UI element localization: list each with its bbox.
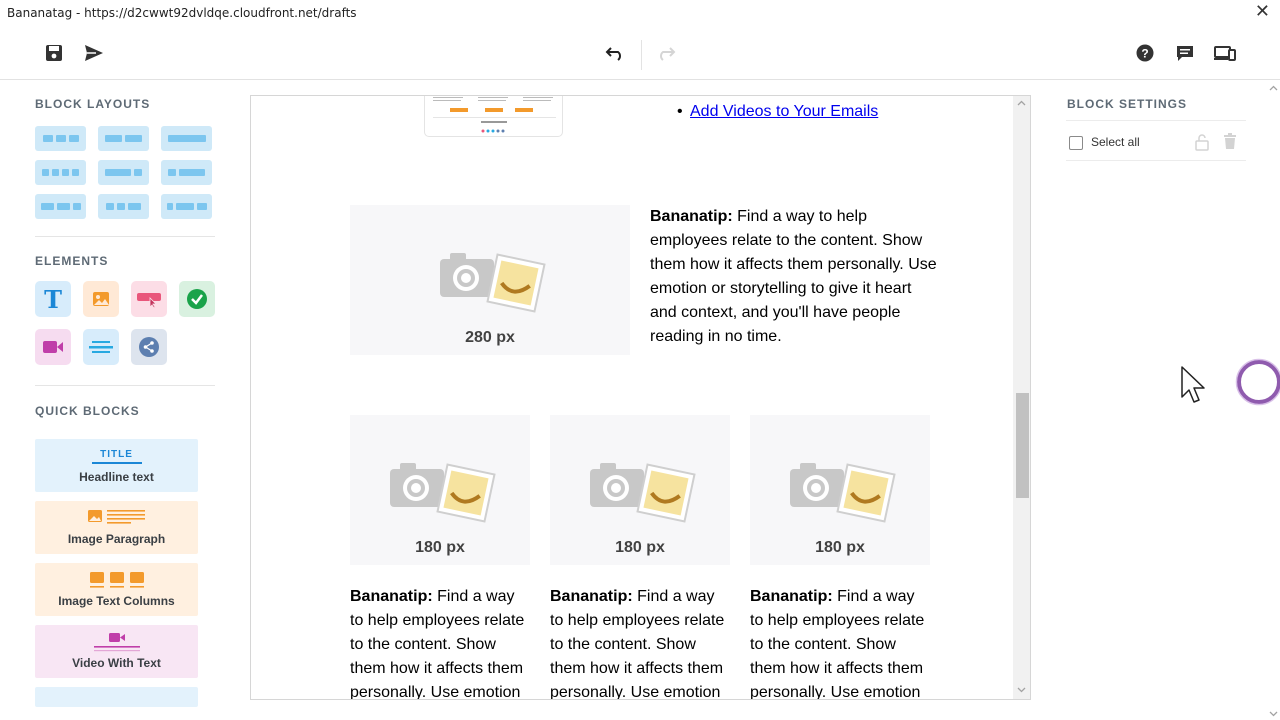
window-scroll-down-icon[interactable] (1269, 711, 1278, 717)
layout-four-columns[interactable] (35, 160, 86, 185)
editor-toolbar: ? (0, 26, 1280, 80)
save-icon[interactable] (42, 41, 66, 65)
bananatip-text-wide[interactable]: Bananatip: Find a way to help employees … (650, 205, 940, 349)
click-indicator-ring (1235, 358, 1280, 406)
placeholder-size-label: 180 px (815, 539, 865, 556)
undo-icon[interactable] (603, 41, 627, 65)
checkmark-icon[interactable] (179, 281, 215, 317)
video-with-text-icon (35, 631, 198, 653)
select-all-checkbox[interactable] (1069, 136, 1083, 150)
layout-wide-narrow[interactable] (98, 160, 149, 185)
block-settings-divider (1066, 160, 1246, 161)
bananatip-text-col3[interactable]: Bananatip: Find a way to help employees … (750, 585, 932, 699)
camera-photo-icon (440, 253, 546, 313)
quick-block-headline-text[interactable]: TITLE Headline text (35, 439, 198, 492)
block-layouts-title: BLOCK LAYOUTS (35, 97, 151, 111)
select-all-label[interactable]: Select all (1091, 135, 1140, 149)
layout-two-one-columns[interactable] (35, 194, 86, 219)
mouse-cursor-icon (1181, 366, 1205, 403)
bananatip-text-col2[interactable]: Bananatip: Find a way to help employees … (550, 585, 732, 699)
quick-block-partial[interactable] (35, 687, 198, 707)
block-settings-divider (1066, 120, 1246, 121)
lock-icon[interactable] (1194, 133, 1210, 151)
image-placeholder-180-col1[interactable]: 180 px (350, 415, 530, 565)
camera-photo-icon (390, 463, 496, 523)
image-icon[interactable] (83, 281, 119, 317)
placeholder-size-label: 180 px (415, 539, 465, 556)
image-text-columns-icon (35, 569, 198, 591)
layout-three-columns[interactable] (35, 126, 86, 151)
quick-block-video-with-text[interactable]: Video With Text (35, 625, 198, 678)
text-icon[interactable]: T (35, 281, 71, 317)
window-titlebar: Bananatag - https://d2cwwt92dvldqe.cloud… (0, 0, 1280, 26)
email-canvas[interactable]: • Add Videos to Your Emails 280 px Banan… (250, 95, 1031, 700)
button-icon[interactable] (131, 281, 167, 317)
layout-split-columns[interactable] (98, 194, 149, 219)
quick-blocks-title: QUICK BLOCKS (35, 404, 140, 418)
email-body: • Add Videos to Your Emails 280 px Banan… (257, 96, 1014, 699)
quick-block-label: Image Text Columns (58, 594, 175, 608)
help-icon[interactable]: ? (1133, 41, 1157, 65)
scroll-down-arrow-icon[interactable] (1017, 687, 1026, 693)
elements-title: ELEMENTS (35, 254, 109, 268)
send-icon[interactable] (82, 41, 106, 65)
toolbar-separator (641, 40, 642, 70)
bananatip-label: Bananatip: (650, 208, 733, 225)
quick-block-image-paragraph[interactable]: Image Paragraph (35, 501, 198, 554)
scrollbar-thumb[interactable] (1016, 393, 1029, 498)
placeholder-size-label: 180 px (615, 539, 665, 556)
list-bullet: • (677, 103, 683, 120)
social-share-icon[interactable] (131, 329, 167, 365)
bananatip-body: Find a way to help employees relate to t… (650, 208, 937, 345)
layout-narrow-wide[interactable] (161, 160, 212, 185)
title-icon: TITLE (100, 448, 133, 460)
scroll-up-arrow-icon[interactable] (1017, 100, 1026, 106)
divider-icon[interactable] (83, 329, 119, 365)
quick-block-label: Headline text (79, 470, 154, 484)
close-window-button[interactable]: ✕ (1255, 3, 1270, 21)
layout-two-columns[interactable] (98, 126, 149, 151)
left-sidebar: BLOCK LAYOUTS ELEMENTS T QUICK BLOCKS TI… (0, 80, 250, 720)
bananatip-label: Bananatip: (350, 588, 433, 605)
sidebar-divider (35, 236, 215, 237)
redo-icon[interactable] (654, 41, 678, 65)
camera-photo-icon (590, 463, 696, 523)
image-placeholder-180-col3[interactable]: 180 px (750, 415, 930, 565)
trash-icon[interactable] (1223, 133, 1237, 150)
image-placeholder-180-col2[interactable]: 180 px (550, 415, 730, 565)
quick-block-label: Image Paragraph (67, 532, 166, 546)
bananatip-text-col1[interactable]: Bananatip: Find a way to help employees … (350, 585, 532, 699)
layout-mixed-columns[interactable] (161, 194, 212, 219)
preview-devices-icon[interactable] (1213, 41, 1237, 65)
comments-icon[interactable] (1173, 41, 1197, 65)
title-underline (91, 461, 142, 464)
bananatip-label: Bananatip: (550, 588, 633, 605)
camera-photo-icon (790, 463, 896, 523)
window-title: Bananatag - https://d2cwwt92dvldqe.cloud… (7, 6, 357, 20)
add-videos-link[interactable]: Add Videos to Your Emails (690, 103, 878, 121)
bananatip-label: Bananatip: (750, 588, 833, 605)
image-placeholder-280[interactable]: 280 px (350, 205, 630, 355)
window-scroll-up-icon[interactable] (1269, 85, 1278, 91)
layout-one-column[interactable] (161, 126, 212, 151)
canvas-scrollbar[interactable] (1013, 96, 1030, 699)
placeholder-size-label: 280 px (465, 329, 515, 346)
sidebar-divider (35, 385, 215, 386)
quick-block-image-text-columns[interactable]: Image Text Columns (35, 563, 198, 616)
block-settings-title: BLOCK SETTINGS (1067, 97, 1188, 111)
video-icon[interactable] (35, 329, 71, 365)
quick-block-label: Video With Text (72, 656, 161, 670)
svg-text:?: ? (1141, 47, 1148, 61)
email-thumbnail-preview[interactable] (424, 96, 563, 137)
image-paragraph-icon (35, 507, 198, 529)
